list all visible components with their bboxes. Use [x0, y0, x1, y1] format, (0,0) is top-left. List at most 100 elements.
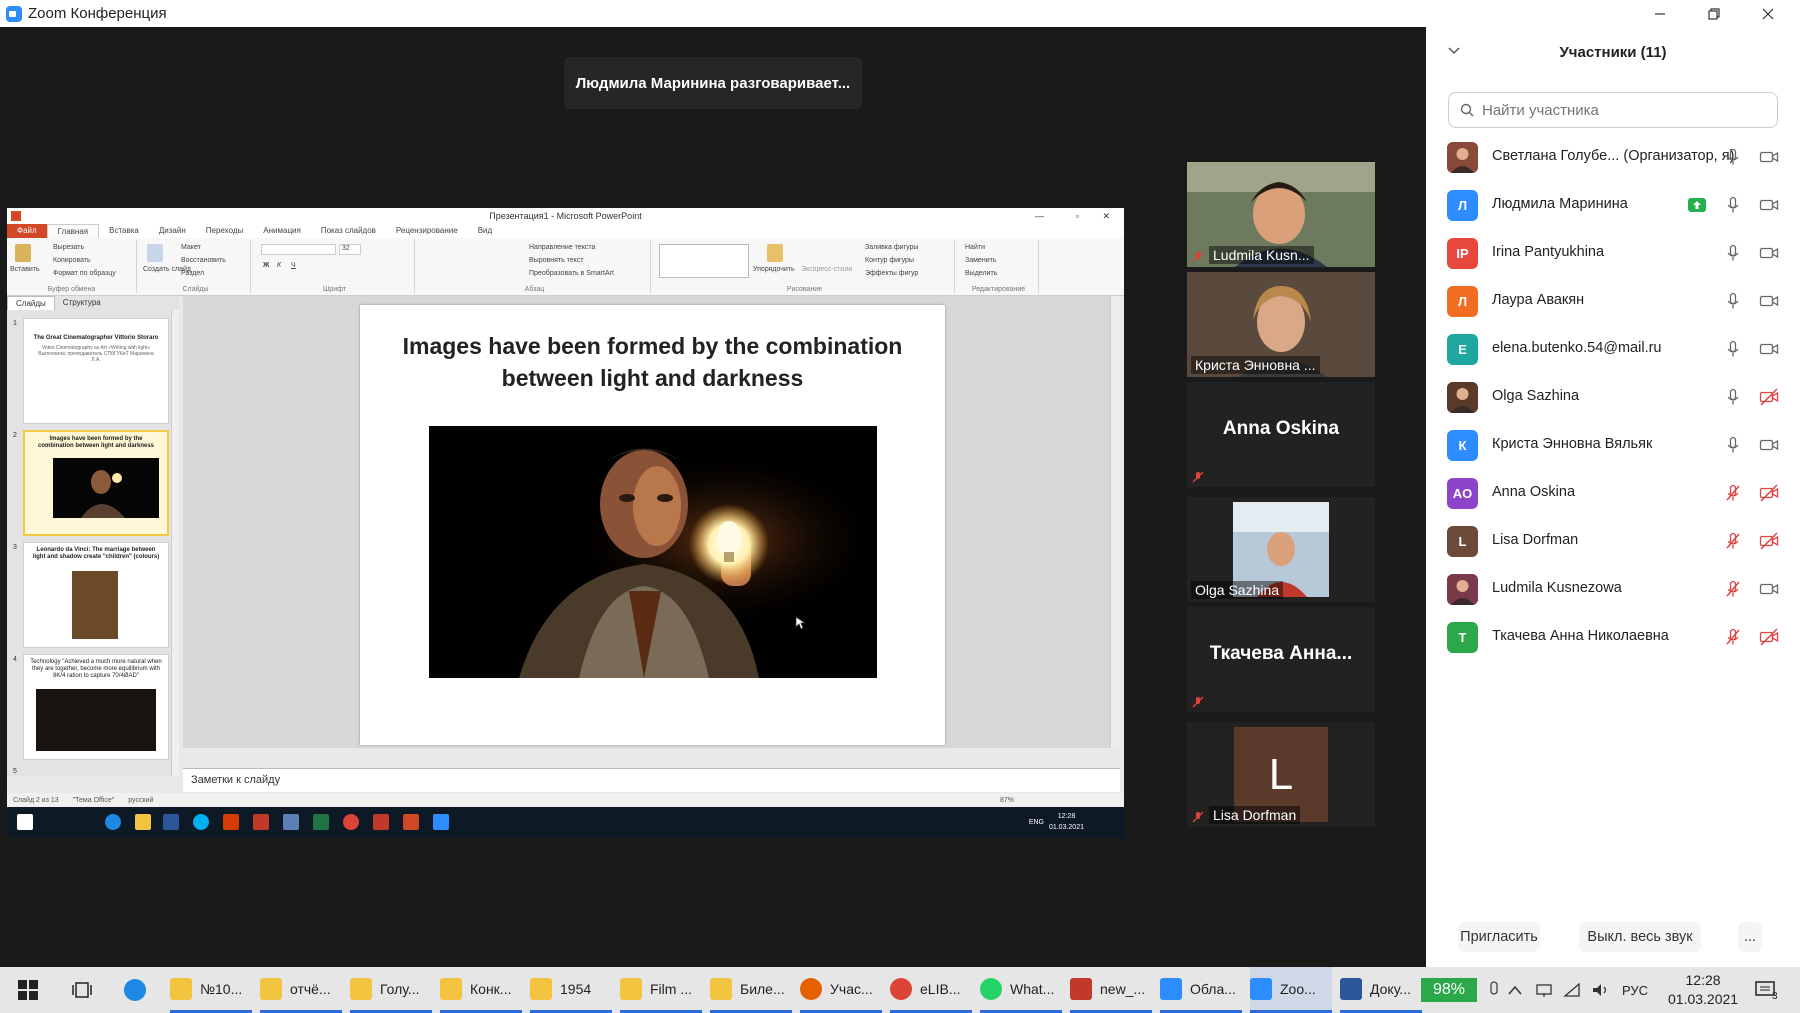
paste-icon[interactable]: [15, 244, 31, 262]
video-tile[interactable]: L Lisa Dorfman: [1187, 722, 1375, 827]
new-slide-icon[interactable]: [147, 244, 163, 262]
replace-button[interactable]: Заменить: [965, 257, 996, 264]
participant-row[interactable]: AO Anna Oskina: [1426, 469, 1800, 517]
shape-outline-button[interactable]: Контур фигуры: [865, 257, 914, 264]
pane-scrollbar[interactable]: [171, 310, 179, 776]
smartart-button[interactable]: Преобразовать в SmartArt: [529, 270, 614, 277]
ppt-tab-insert[interactable]: Вставка: [99, 224, 149, 238]
participant-row[interactable]: Eelena.butenko.54@mail.ru: [1426, 325, 1800, 373]
bold-icon[interactable]: Ж: [263, 262, 269, 269]
show-hidden-icons-chevron-icon[interactable]: [1508, 967, 1522, 1013]
shape-fill-button[interactable]: Заливка фигуры: [865, 244, 918, 251]
more-button[interactable]: ...: [1738, 922, 1762, 952]
find-button[interactable]: Найти: [965, 244, 985, 251]
align-text-button[interactable]: Выровнять текст: [529, 257, 584, 264]
microphone-icon[interactable]: [1724, 436, 1742, 454]
invite-button[interactable]: Пригласить: [1458, 922, 1540, 952]
select-button[interactable]: Выделить: [965, 270, 997, 277]
participant-row[interactable]: Ludmila Kusnezowa: [1426, 565, 1800, 613]
input-language[interactable]: РУС: [1622, 967, 1648, 1013]
taskbar-app-button[interactable]: Учас...: [800, 967, 882, 1013]
mute-all-button[interactable]: Выкл. весь звук: [1579, 922, 1701, 952]
slide-notes[interactable]: Заметки к слайду: [183, 768, 1120, 792]
battery-indicator[interactable]: 98%: [1421, 978, 1477, 1002]
slide-thumbnail[interactable]: 4 Technology "Achieved a much more natur…: [7, 654, 173, 760]
pane-tab-outline[interactable]: Структура: [55, 296, 109, 310]
participant-row[interactable]: Л Лаура Авакян: [1426, 277, 1800, 325]
shape-effects-button[interactable]: Эффекты фигур: [865, 270, 918, 277]
wifi-icon[interactable]: [1563, 967, 1581, 1013]
microphone-icon[interactable]: [1724, 388, 1742, 406]
ppt-tab-design[interactable]: Дизайн: [149, 224, 196, 238]
ppt-tab-transitions[interactable]: Переходы: [196, 224, 254, 238]
ppt-close-icon[interactable]: ✕: [1102, 208, 1110, 224]
taskbar-app-button[interactable]: №10...: [170, 967, 252, 1013]
taskbar-app-button[interactable]: eLIB...: [890, 967, 972, 1013]
taskbar-app-button[interactable]: отчё...: [260, 967, 342, 1013]
italic-icon[interactable]: К: [277, 262, 281, 269]
current-slide[interactable]: Images have been formed by the combinati…: [360, 305, 945, 745]
participant-row[interactable]: IP Irina Pantyukhina: [1426, 229, 1800, 277]
participant-row[interactable]: Светлана Голубе... (Организатор, я): [1426, 133, 1800, 181]
ppt-tab-slideshow[interactable]: Показ слайдов: [311, 224, 386, 238]
microphone-icon[interactable]: [1724, 292, 1742, 310]
slide-thumbnail[interactable]: 3 Leonardo da Vinci: The marriage betwee…: [7, 542, 173, 648]
start-button[interactable]: [18, 967, 38, 1013]
arrange-icon[interactable]: [767, 244, 783, 262]
ppt-tab-animation[interactable]: Анимация: [253, 224, 311, 238]
video-tile[interactable]: Olga Sazhina: [1187, 497, 1375, 602]
underline-icon[interactable]: Ч: [291, 262, 296, 269]
ppt-tab-view[interactable]: Вид: [468, 224, 502, 238]
taskbar-app-button[interactable]: Конк...: [440, 967, 522, 1013]
canvas-scrollbar[interactable]: [1110, 296, 1120, 748]
cut-button[interactable]: Вырезать: [53, 244, 84, 251]
video-off-icon[interactable]: [1759, 532, 1779, 550]
task-view-button[interactable]: [72, 967, 92, 1013]
shapes-gallery[interactable]: [659, 244, 749, 278]
touch-icon[interactable]: [1488, 967, 1500, 1013]
video-camera-icon[interactable]: [1759, 340, 1779, 358]
taskbar-app-button[interactable]: Голу...: [350, 967, 432, 1013]
text-direction-button[interactable]: Направление текста: [529, 244, 595, 251]
video-tile[interactable]: Anna Oskina: [1187, 382, 1375, 487]
muted-microphone-icon[interactable]: [1724, 580, 1742, 598]
video-tile[interactable]: Ткачева Анна...: [1187, 607, 1375, 712]
participant-row[interactable]: Л Людмила Маринина: [1426, 181, 1800, 229]
volume-icon[interactable]: [1591, 967, 1609, 1013]
taskbar-app-button[interactable]: What...: [980, 967, 1062, 1013]
video-camera-icon[interactable]: [1759, 244, 1779, 262]
edge-button[interactable]: [124, 967, 154, 1013]
quick-styles-button[interactable]: Экспресс-стили: [801, 266, 852, 273]
participant-row[interactable]: К Криста Энновна Вяльяк: [1426, 421, 1800, 469]
font-size-select[interactable]: 32: [339, 244, 361, 255]
video-camera-icon[interactable]: [1759, 580, 1779, 598]
microphone-icon[interactable]: [1724, 244, 1742, 262]
format-painter-button[interactable]: Формат по образцу: [53, 270, 116, 277]
taskbar-app-button[interactable]: Биле...: [710, 967, 792, 1013]
taskbar-app-button[interactable]: Доку...: [1340, 967, 1422, 1013]
arrange-button[interactable]: Упорядочить: [753, 266, 795, 273]
slide-thumbnail[interactable]: 5: [7, 766, 173, 776]
restore-button[interactable]: [1687, 0, 1741, 27]
ppt-minimize-icon[interactable]: —: [1035, 208, 1044, 224]
layout-button[interactable]: Макет: [181, 244, 201, 251]
taskbar-app-button[interactable]: Film ...: [620, 967, 702, 1013]
paste-button[interactable]: Вставить: [10, 266, 40, 273]
participant-search-input[interactable]: [1448, 92, 1778, 128]
video-tile[interactable]: Криста Энновна ...: [1187, 272, 1375, 377]
taskbar-app-button[interactable]: Zoo...: [1250, 967, 1332, 1013]
muted-microphone-icon[interactable]: [1724, 532, 1742, 550]
ppt-tab-home[interactable]: Главная: [46, 224, 100, 238]
participant-row[interactable]: Olga Sazhina: [1426, 373, 1800, 421]
ppt-tab-review[interactable]: Рецензирование: [386, 224, 468, 238]
taskbar-app-button[interactable]: new_...: [1070, 967, 1152, 1013]
taskbar-clock[interactable]: 12:28 01.03.2021: [1668, 971, 1738, 1009]
participant-row[interactable]: Т Ткачева Анна Николаевна: [1426, 613, 1800, 661]
microphone-icon[interactable]: [1724, 340, 1742, 358]
copy-button[interactable]: Копировать: [53, 257, 91, 264]
muted-microphone-icon[interactable]: [1724, 628, 1742, 646]
slide-thumbnail[interactable]: 1 The Great Cinematographer Vittorio Sto…: [7, 318, 173, 424]
video-camera-icon[interactable]: [1759, 196, 1779, 214]
ppt-restore-icon[interactable]: ▫: [1076, 208, 1079, 224]
section-button[interactable]: Раздел: [181, 270, 204, 277]
